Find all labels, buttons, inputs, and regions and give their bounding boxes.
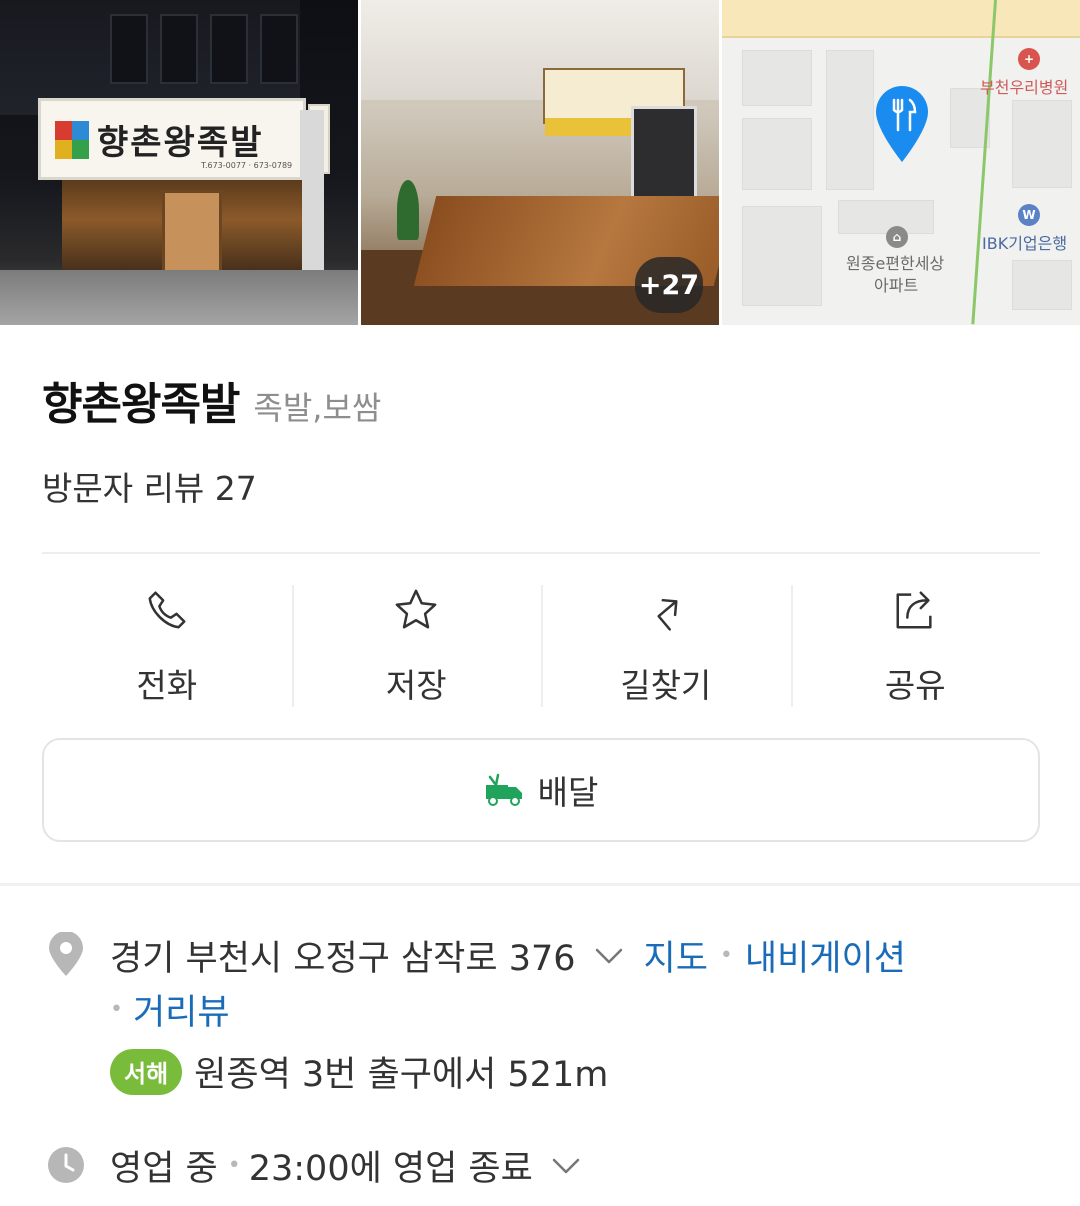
- plant: [397, 180, 419, 240]
- delivery-button[interactable]: 배달: [42, 738, 1040, 842]
- map-block: [742, 206, 822, 306]
- sign-badge: [55, 121, 89, 159]
- place-header: 향촌왕족발 족발,보쌈: [42, 368, 381, 432]
- delivery-label: 배달: [537, 773, 599, 812]
- address-text: 경기 부천시 오정구 삼작로 376: [110, 939, 576, 979]
- hospital-icon: +: [1018, 48, 1040, 70]
- map-block: [1012, 100, 1072, 188]
- street: [0, 270, 358, 325]
- map-label-apartment-2: 아파트: [874, 276, 919, 295]
- menu-strip: [545, 118, 631, 136]
- navigation-link[interactable]: 내비게이션: [745, 930, 906, 981]
- map-block: [742, 50, 812, 106]
- photo-gallery: 향촌왕족발 T.673-0077 · 673-0789 +27 + 부천우리병원: [0, 0, 1080, 325]
- divider: [42, 552, 1040, 554]
- map-block: [1012, 260, 1072, 310]
- business-hours-row[interactable]: 영업 중 • 23:00에 영업 종료: [110, 1140, 581, 1191]
- address-row-2: • 거리뷰: [110, 984, 230, 1035]
- station-distance: 원종역 3번 출구에서 521m: [194, 1055, 609, 1095]
- storefront-photo[interactable]: 향촌왕족발 T.673-0077 · 673-0789: [0, 0, 358, 325]
- delivery-truck-icon: [485, 773, 522, 806]
- place-category: 족발,보쌈: [253, 389, 382, 427]
- bank-icon: W: [1018, 204, 1040, 226]
- subway-line-badge: 서해: [110, 1048, 183, 1095]
- place-name: 향촌왕족발: [42, 379, 240, 430]
- separator-dot: •: [719, 943, 733, 968]
- call-button[interactable]: 전화: [42, 585, 292, 707]
- directions-icon: [657, 598, 678, 631]
- map-block: [826, 50, 874, 190]
- more-photos-badge[interactable]: +27: [635, 257, 703, 313]
- building-window: [110, 14, 148, 84]
- subway-line: [971, 0, 997, 325]
- closing-time: 23:00에 영업 종료: [248, 1149, 533, 1189]
- sign-text: 향촌왕족발: [97, 123, 264, 163]
- map-block: [838, 200, 934, 234]
- building-window: [260, 14, 298, 84]
- visitor-reviews-link[interactable]: 방문자 리뷰 27: [42, 462, 257, 510]
- map-block: [742, 118, 812, 190]
- save-button[interactable]: 저장: [291, 585, 542, 707]
- interior-photo[interactable]: +27: [361, 0, 719, 325]
- star-icon: [395, 589, 437, 629]
- directions-label: 길찾기: [620, 666, 712, 705]
- shop-door: [162, 190, 222, 278]
- location-map[interactable]: + 부천우리병원 W IBK기업은행 ⌂ 원종e편한세상 아파트: [722, 0, 1080, 325]
- share-label: 공유: [884, 666, 946, 705]
- sign-phone: T.673-0077 · 673-0789: [201, 161, 293, 170]
- building-window: [210, 14, 248, 84]
- phone-icon: [148, 591, 186, 629]
- clock-icon: [48, 1147, 84, 1183]
- map-label-bank: IBK기업은행: [982, 234, 1068, 253]
- street-view-link[interactable]: 거리뷰: [133, 984, 230, 1035]
- pillar: [300, 110, 324, 270]
- map-label-apartment-1: 원종e편한세상: [846, 254, 945, 273]
- section-separator: [0, 883, 1080, 886]
- shop-front: [62, 180, 302, 278]
- restaurant-pin-icon: [876, 86, 928, 162]
- apartment-icon: ⌂: [886, 226, 908, 248]
- save-label: 저장: [385, 666, 447, 705]
- address-row: 경기 부천시 오정구 삼작로 376 지도 • 내비게이션: [110, 930, 906, 981]
- separator-dot: •: [227, 1153, 241, 1178]
- map-link[interactable]: 지도: [644, 930, 708, 981]
- chevron-down-icon[interactable]: [551, 1156, 581, 1176]
- share-icon: [896, 591, 932, 629]
- map-road: [722, 0, 1080, 38]
- open-status: 영업 중: [110, 1149, 218, 1189]
- separator-dot: •: [110, 997, 123, 1022]
- chevron-down-icon[interactable]: [594, 946, 624, 966]
- action-bar: 전화 저장 길찾기 공유: [42, 585, 1040, 707]
- building-window: [160, 14, 198, 84]
- map-label-hospital: 부천우리병원: [980, 78, 1069, 97]
- nearest-station: 서해 원종역 3번 출구에서 521m: [110, 1046, 608, 1097]
- store-sign: 향촌왕족발 T.673-0077 · 673-0789: [38, 98, 306, 180]
- share-button[interactable]: 공유: [790, 585, 1041, 707]
- call-label: 전화: [136, 666, 198, 705]
- directions-button[interactable]: 길찾기: [541, 585, 791, 707]
- location-pin-icon: [49, 932, 83, 976]
